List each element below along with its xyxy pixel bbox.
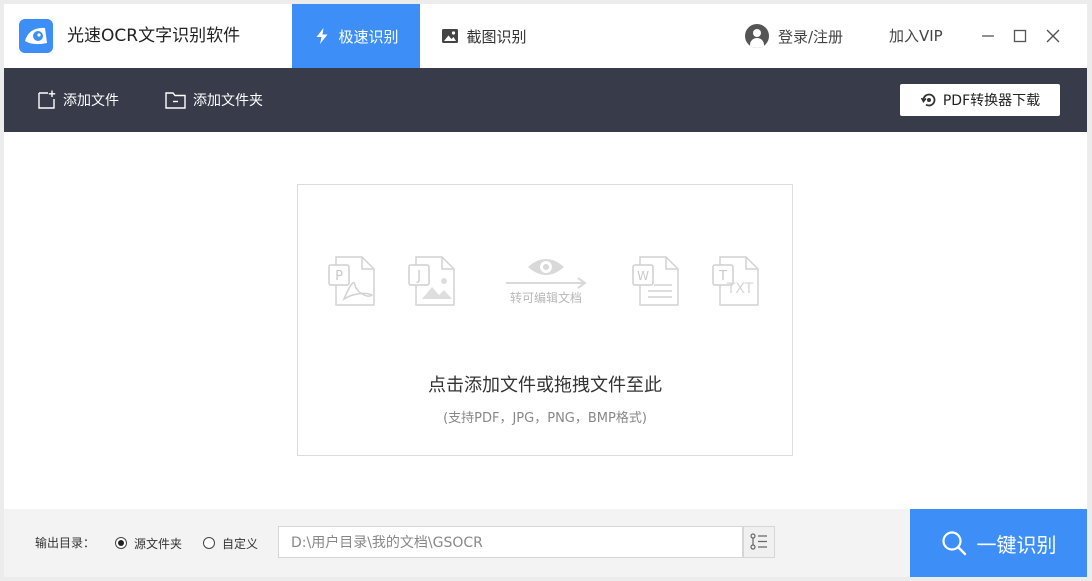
close-icon [1046,29,1060,43]
add-file-button[interactable]: 添加文件 [36,88,119,112]
one-click-recognize-button[interactable]: 一键识别 [910,509,1087,577]
title-bar: 光速OCR文字识别软件 极速识别 截图识别 登录/注册 加入VIP [4,4,1087,68]
svg-text:T: T [718,269,727,284]
bottom-bar: 输出目录： 源文件夹 自定义 一键识别 [4,509,1087,577]
radio-custom-folder[interactable]: 自定义 [203,535,258,551]
app-title: 光速OCR文字识别软件 [67,26,241,46]
radio-custom-folder-label: 自定义 [222,536,259,551]
jpg-file-icon: J [408,256,455,306]
join-vip-link[interactable]: 加入VIP [889,24,943,48]
eye-logo-icon [19,19,53,53]
svg-text:TXT: TXT [726,281,754,297]
minimize-button[interactable] [976,24,1000,48]
add-file-icon [38,90,56,109]
lightning-icon [316,28,328,44]
output-path-input[interactable] [278,526,743,558]
app-window: 光速OCR文字识别软件 极速识别 截图识别 登录/注册 加入VIP 添加文件 添… [4,4,1087,577]
svg-text:P: P [335,269,343,284]
txt-file-icon: T TXT [712,256,759,306]
add-folder-icon [165,92,186,109]
browse-folder-button[interactable] [743,526,775,558]
radio-checked-icon [115,537,127,549]
svg-text:J: J [416,269,421,284]
tab-fast-recognize-label: 极速识别 [338,27,399,46]
login-register-link[interactable]: 登录/注册 [745,24,843,48]
toolbar: 添加文件 添加文件夹 PDF转换器下载 [4,68,1087,132]
tab-screenshot-recognize-label: 截图识别 [466,27,527,46]
pdf-refresh-icon [920,93,936,107]
minimize-icon [982,35,994,37]
drop-instruction: 点击添加文件或拖拽文件至此 [428,375,662,396]
search-icon [941,531,966,556]
maximize-icon [1013,29,1027,43]
radio-unchecked-icon [203,537,215,549]
pdf-converter-download-button[interactable]: PDF转换器下载 [900,84,1060,116]
add-file-label: 添加文件 [63,93,119,109]
file-drop-zone[interactable]: P J 转可编辑文档 W T TXT 点击添加文件或拖拽文件至此 (支持PDF，… [297,184,793,456]
convert-editable-label: 转可编辑文档 [509,291,582,305]
image-icon [442,29,459,43]
supported-formats: (支持PDF，JPG，PNG，BMP格式) [443,411,647,426]
pdf-file-icon: P [328,256,375,306]
add-folder-label: 添加文件夹 [193,93,263,109]
maximize-button[interactable] [1008,24,1032,48]
svg-text:W: W [637,269,649,283]
one-click-recognize-label: 一键识别 [976,532,1057,557]
output-directory-label: 输出目录： [35,536,96,550]
user-avatar-icon [745,24,769,48]
tab-fast-recognize[interactable]: 极速识别 [292,4,420,68]
close-button[interactable] [1041,24,1065,48]
radio-source-folder[interactable]: 源文件夹 [115,535,182,551]
tab-screenshot-recognize[interactable]: 截图识别 [420,4,548,68]
radio-source-folder-label: 源文件夹 [134,536,183,551]
list-browse-icon [750,533,767,550]
word-file-icon: W [632,256,679,306]
pdf-converter-download-label: PDF转换器下载 [942,93,1041,109]
add-folder-button[interactable]: 添加文件夹 [164,88,263,112]
login-register-label: 登录/注册 [778,27,844,46]
